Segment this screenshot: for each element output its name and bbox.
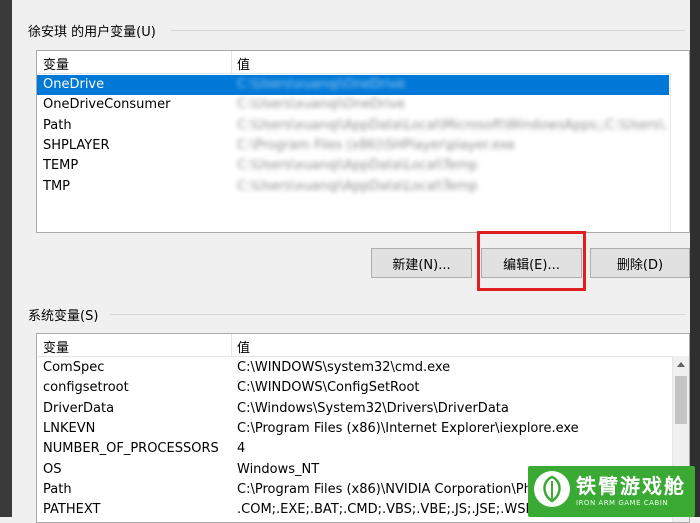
variable-value: C:\Windows\System32\Drivers\DriverData bbox=[237, 400, 509, 416]
scrollbar-thumb[interactable] bbox=[675, 376, 687, 424]
variable-name: Path bbox=[43, 481, 72, 497]
variable-name: configsetroot bbox=[43, 380, 129, 396]
user-vars-scrollbar[interactable] bbox=[670, 73, 689, 232]
column-separator[interactable] bbox=[231, 334, 232, 356]
table-row[interactable]: TEMP C:\Users\xuanqi\AppData\Local\Temp bbox=[37, 156, 689, 176]
variable-value: C:\Users\xuanqi\OneDrive bbox=[237, 97, 406, 113]
system-vars-col-var[interactable]: 变量 bbox=[43, 337, 69, 356]
user-vars-group-label: 徐安琪 的用户变量(U) bbox=[28, 25, 156, 40]
table-row[interactable]: ComSpec C:\WINDOWS\system32\cmd.exe bbox=[37, 358, 689, 378]
user-vars-group-line bbox=[170, 30, 685, 31]
variable-value: C:\Users\xuanqi\AppData\Local\Temp bbox=[237, 158, 478, 174]
variable-value: C:\WINDOWS\system32\cmd.exe bbox=[237, 360, 451, 375]
system-vars-group-label: 系统变量(S) bbox=[28, 309, 99, 324]
system-vars-group-line bbox=[110, 314, 685, 315]
table-row[interactable]: OneDriveConsumer C:\Users\xuanqi\OneDrive bbox=[37, 95, 689, 115]
table-row[interactable]: configsetroot C:\WINDOWS\ConfigSetRoot bbox=[37, 378, 689, 398]
watermark-logo: 铁臂游戏舱 IRON ARM GAME CABIN bbox=[528, 466, 695, 517]
user-vars-col-value[interactable]: 值 bbox=[237, 54, 250, 73]
table-row[interactable]: TMP C:\Users\xuanqi\AppData\Local\Temp bbox=[37, 177, 689, 197]
leaf-logo-icon bbox=[534, 471, 570, 507]
user-vars-col-var[interactable]: 变量 bbox=[43, 54, 69, 73]
table-row[interactable]: OneDrive C:\Users\xuanqi\OneDrive bbox=[37, 75, 669, 95]
variable-value: C:\Users\xuanqi\OneDrive bbox=[237, 77, 406, 92]
table-row[interactable]: SHPLAYER C:\Program Files (x86)\SHPlayer\… bbox=[37, 136, 689, 156]
variable-name: NUMBER_OF_PROCESSORS bbox=[43, 441, 219, 457]
variable-name: PATHEXT bbox=[43, 502, 101, 518]
user-vars-header: 变量 值 bbox=[37, 51, 689, 74]
column-separator[interactable] bbox=[231, 51, 232, 73]
watermark-title: 铁臂游戏舱 bbox=[576, 474, 686, 498]
variable-name: OneDriveConsumer bbox=[43, 97, 171, 113]
edit-button-highlight-frame bbox=[477, 231, 586, 291]
variable-value: C:\Users\xuanqi\AppData\Local\Temp bbox=[237, 178, 478, 194]
user-vars-list[interactable]: 变量 值 OneDrive C:\Users\xuanqi\OneDrive One… bbox=[36, 50, 690, 233]
variable-value: C:\WINDOWS\ConfigSetRoot bbox=[237, 380, 420, 396]
system-vars-col-value[interactable]: 值 bbox=[237, 337, 250, 356]
variable-name: TMP bbox=[43, 178, 70, 194]
system-vars-header: 变量 值 bbox=[37, 334, 689, 357]
variable-value: 4 bbox=[237, 441, 246, 457]
scroll-up-arrow-icon[interactable] bbox=[677, 362, 685, 367]
variable-name: OS bbox=[43, 461, 62, 477]
variable-name: TEMP bbox=[43, 158, 79, 174]
variable-name: ComSpec bbox=[43, 360, 105, 375]
variable-name: SHPLAYER bbox=[43, 137, 110, 153]
delete-button[interactable]: 删除(D) bbox=[590, 248, 690, 278]
table-row[interactable]: DriverData C:\Windows\System32\Drivers\Dr… bbox=[37, 399, 689, 419]
table-row[interactable]: NUMBER_OF_PROCESSORS 4 bbox=[37, 439, 689, 459]
variable-name: Path bbox=[43, 117, 72, 133]
variable-name: OneDrive bbox=[43, 77, 105, 92]
table-row[interactable]: LNKEVN C:\Program Files (x86)\Internet Ex… bbox=[37, 419, 689, 439]
background-right-edge bbox=[690, 0, 700, 517]
table-row[interactable]: Path C:\Users\xuanqi\AppData\Local\Micros… bbox=[37, 116, 689, 136]
new-button[interactable]: 新建(N)... bbox=[371, 248, 472, 278]
background-left-edge bbox=[0, 0, 12, 517]
variable-value: C:\Program Files (x86)\SHPlayer\player.e… bbox=[237, 137, 515, 153]
variable-value: C:\Program Files (x86)\Internet Explorer… bbox=[237, 420, 579, 436]
variable-name: DriverData bbox=[43, 400, 115, 416]
variable-value: C:\Users\xuanqi\AppData\Local\Microsoft\… bbox=[237, 117, 667, 133]
watermark-subtitle: IRON ARM GAME CABIN bbox=[576, 499, 668, 507]
variable-name: LNKEVN bbox=[43, 420, 96, 436]
